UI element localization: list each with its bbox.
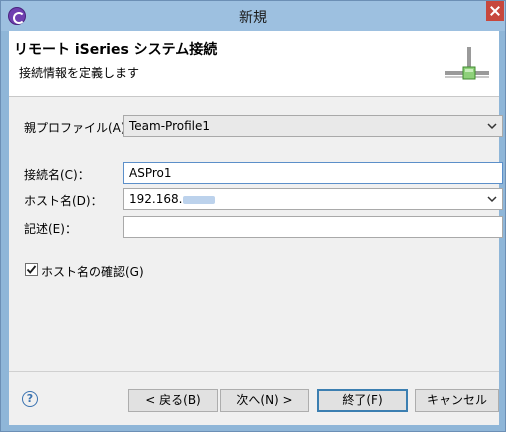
- banner-subtitle: 接続情報を定義します: [19, 66, 140, 80]
- description-label: 記述(E)：: [24, 222, 77, 236]
- close-icon[interactable]: [486, 1, 504, 21]
- chevron-down-icon: [487, 123, 497, 130]
- checkmark-icon: [26, 265, 37, 274]
- profile-value: Team-Profile1: [129, 119, 210, 133]
- help-icon[interactable]: ?: [22, 391, 38, 407]
- connection-name-input[interactable]: ASPro1: [123, 162, 503, 184]
- finish-button[interactable]: 終了(F): [317, 389, 408, 412]
- title-bar[interactable]: 新規: [1, 1, 505, 31]
- new-connection-dialog: 新規 リモート iSeries システム接続 接続情報を定義します 親プロファイ…: [0, 0, 506, 432]
- banner-title: リモート iSeries システム接続: [14, 42, 218, 58]
- verify-host-checkbox[interactable]: [25, 263, 38, 276]
- dialog-body: リモート iSeries システム接続 接続情報を定義します 親プロファイル(A…: [9, 31, 503, 425]
- footer-divider: [9, 371, 499, 372]
- host-name-label: ホスト名(D)：: [24, 194, 103, 208]
- description-input[interactable]: [123, 216, 503, 238]
- chevron-down-icon: [487, 196, 497, 203]
- wizard-banner: リモート iSeries システム接続 接続情報を定義します: [9, 31, 499, 97]
- profile-select[interactable]: Team-Profile1: [123, 115, 503, 137]
- profile-label: 親プロファイル(A)：: [24, 121, 138, 135]
- connection-name-value: ASPro1: [129, 166, 172, 180]
- host-name-combo[interactable]: 192.168.: [123, 188, 503, 210]
- connection-name-label: 接続名(C)：: [24, 168, 90, 182]
- next-button[interactable]: 次へ(N) >: [220, 389, 309, 412]
- cancel-button[interactable]: キャンセル: [415, 389, 499, 412]
- network-connection-icon: [445, 47, 489, 80]
- back-button[interactable]: < 戻る(B): [128, 389, 218, 412]
- window-title: 新規: [239, 10, 267, 26]
- verify-host-label[interactable]: ホスト名の確認(G): [41, 263, 144, 280]
- redacted-host-octets: [183, 195, 216, 204]
- host-name-value: 192.168.: [129, 192, 183, 206]
